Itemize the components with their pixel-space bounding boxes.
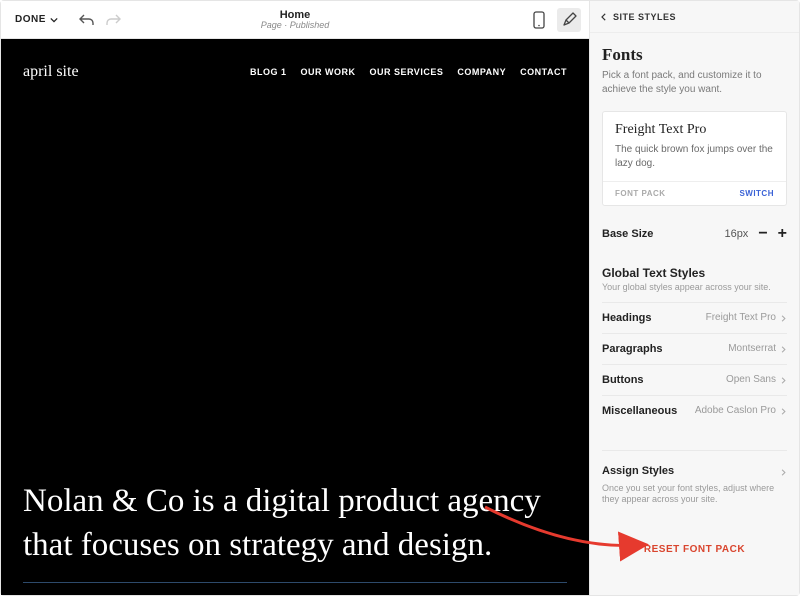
row-value: Montserrat [728,343,776,354]
style-row-headings[interactable]: Headings Freight Text Pro [602,302,787,333]
font-pack-sample: The quick brown fox jumps over the lazy … [615,143,774,171]
reset-font-pack-button[interactable]: RESET FONT PACK [602,536,787,569]
global-styles-subtitle: Your global styles appear across your si… [602,282,787,294]
panel-back-button[interactable]: SITE STYLES [590,1,799,33]
site-styles-panel: SITE STYLES Fonts Pick a font pack, and … [589,1,799,595]
base-size-row: Base Size 16px − + [602,220,787,248]
font-pack-name: Freight Text Pro [615,122,774,138]
chevron-right-icon [780,467,787,474]
page-subtitle: Page · Published [261,21,330,31]
switch-font-pack-button[interactable]: SWITCH [739,189,774,198]
row-value: Open Sans [726,374,776,385]
font-pack-card: Freight Text Pro The quick brown fox jum… [602,111,787,206]
done-button[interactable]: DONE [9,10,64,29]
nav-item[interactable]: OUR WORK [300,67,355,77]
design-brush-button[interactable] [557,8,581,32]
nav-item[interactable]: CONTACT [520,67,567,77]
site-header: april site BLOG 1 OUR WORK OUR SERVICES … [23,63,567,81]
assign-label: Assign Styles [602,465,674,477]
panel-title: Fonts [602,45,787,65]
base-size-increment[interactable]: + [778,226,787,242]
page-indicator[interactable]: Home Page · Published [261,9,330,31]
assign-styles-row[interactable]: Assign Styles [602,457,787,483]
style-row-paragraphs[interactable]: Paragraphs Montserrat [602,333,787,364]
nav-item[interactable]: COMPANY [457,67,506,77]
chevron-right-icon [780,345,787,352]
panel-subtitle: Pick a font pack, and customize it to ac… [602,69,787,97]
base-size-decrement[interactable]: − [758,226,767,242]
assign-subtitle: Once you set your font styles, adjust wh… [602,483,787,506]
row-label: Headings [602,312,652,324]
hero-text[interactable]: Nolan & Co is a digital product agency t… [23,479,567,578]
undo-button[interactable] [78,11,96,29]
site-nav: BLOG 1 OUR WORK OUR SERVICES COMPANY CON… [250,67,567,77]
chevron-right-icon [780,314,787,321]
row-value: Freight Text Pro [706,312,776,323]
editor-topbar: DONE Home Page · Published [1,1,589,39]
nav-item[interactable]: BLOG 1 [250,67,287,77]
chevron-down-icon [50,16,58,24]
mobile-preview-button[interactable] [527,8,551,32]
redo-button[interactable] [104,11,122,29]
row-label: Miscellaneous [602,405,677,417]
chevron-right-icon [780,407,787,414]
nav-item[interactable]: OUR SERVICES [369,67,443,77]
row-label: Paragraphs [602,343,663,355]
base-size-label: Base Size [602,228,653,240]
panel-back-label: SITE STYLES [613,12,676,22]
site-preview: april site BLOG 1 OUR WORK OUR SERVICES … [1,39,589,595]
chevron-left-icon [600,13,608,21]
chevron-right-icon [780,376,787,383]
site-logo[interactable]: april site [23,63,79,81]
global-styles-title: Global Text Styles [602,266,787,280]
done-label: DONE [15,14,46,25]
row-label: Buttons [602,374,644,386]
style-row-buttons[interactable]: Buttons Open Sans [602,364,787,395]
row-value: Adobe Caslon Pro [695,405,776,416]
base-size-value: 16px [724,228,748,240]
font-pack-footer-label: FONT PACK [615,189,666,198]
undo-redo-group [78,11,122,29]
style-row-misc[interactable]: Miscellaneous Adobe Caslon Pro [602,395,787,426]
